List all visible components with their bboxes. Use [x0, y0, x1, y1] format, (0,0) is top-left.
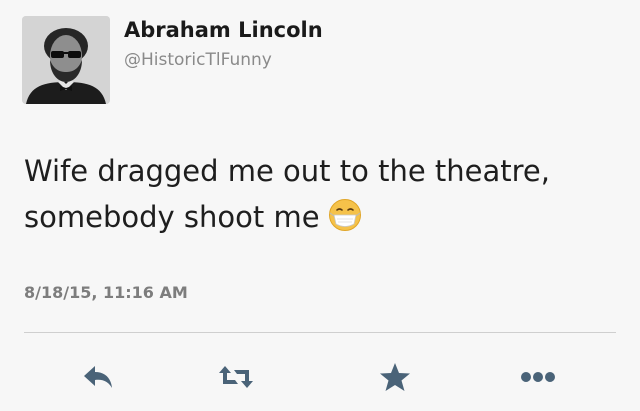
- divider: [24, 332, 616, 333]
- reply-icon: [84, 366, 112, 388]
- favorite-button[interactable]: [373, 360, 417, 394]
- tweet-text: Wife dragged me out to the theatre, some…: [24, 148, 624, 240]
- more-button[interactable]: [516, 360, 560, 394]
- tweet-timestamp[interactable]: 8/18/15, 11:16 AM: [24, 283, 188, 302]
- face-with-medical-mask-icon: [328, 198, 362, 232]
- tweet-text-line-1: Wife dragged me out to the theatre,: [24, 154, 550, 188]
- avatar[interactable]: [22, 16, 110, 104]
- tweet-text-line-2: somebody shoot me: [24, 200, 320, 234]
- more-icon: [521, 372, 555, 382]
- user-handle[interactable]: @HistoricTlFunny: [124, 50, 272, 70]
- tweet-card: Abraham Lincoln @HistoricTlFunny Wife dr…: [0, 0, 640, 411]
- avatar-portrait: [22, 16, 110, 104]
- reply-button[interactable]: [76, 360, 120, 394]
- star-icon: [380, 363, 410, 391]
- retweet-button[interactable]: [214, 360, 258, 394]
- display-name[interactable]: Abraham Lincoln: [124, 18, 323, 42]
- retweet-icon: [219, 366, 253, 388]
